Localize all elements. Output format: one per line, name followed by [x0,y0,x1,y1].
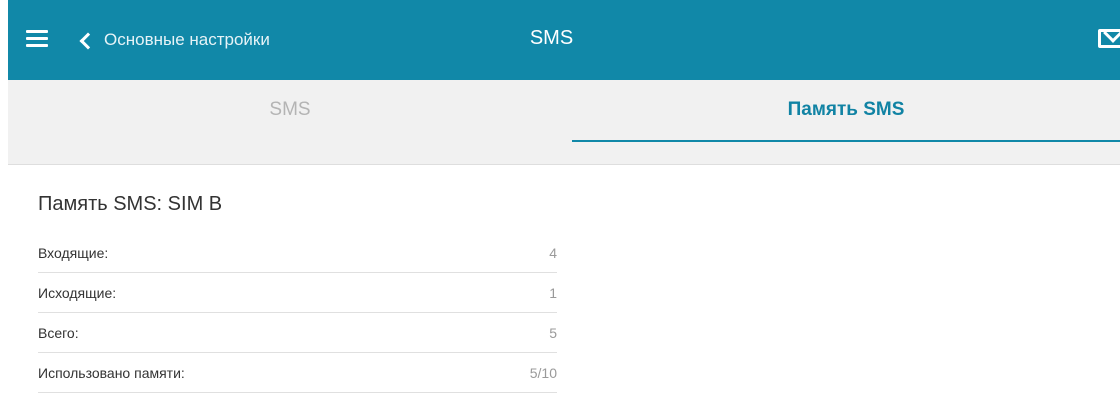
info-label: Использовано памяти: [38,364,185,381]
info-label: Всего: [38,324,79,341]
active-tab-indicator [572,140,1120,142]
sms-memory-info: Входящие: 4 Исходящие: 1 Всего: 5 Исполь… [38,233,557,393]
info-row-total: Всего: 5 [38,313,557,353]
tab-sms-memory-label: Память SMS [787,99,905,120]
info-value: 1 [549,284,557,301]
main-content: Память SMS: SIM B Входящие: 4 Исходящие:… [8,165,1120,408]
info-label: Исходящие: [38,284,117,301]
info-value: 4 [549,244,557,261]
app-header: Основные настройки SMS [8,0,1120,80]
info-row-incoming: Входящие: 4 [38,233,557,273]
info-value: 5/10 [529,364,557,381]
envelope-icon[interactable] [1098,29,1120,48]
info-row-memory-used: Использовано памяти: 5/10 [38,353,557,393]
tab-sms[interactable]: SMS [8,80,572,140]
section-title: Память SMS: SIM B [38,193,223,215]
tab-sms-memory[interactable]: Память SMS [572,80,1120,142]
page-title: SMS [529,27,574,49]
info-label: Входящие: [38,244,109,261]
info-value: 5 [549,324,557,341]
info-row-outgoing: Исходящие: 1 [38,273,557,313]
tab-bar: SMS Память SMS [8,80,1120,142]
left-edge [0,0,8,408]
